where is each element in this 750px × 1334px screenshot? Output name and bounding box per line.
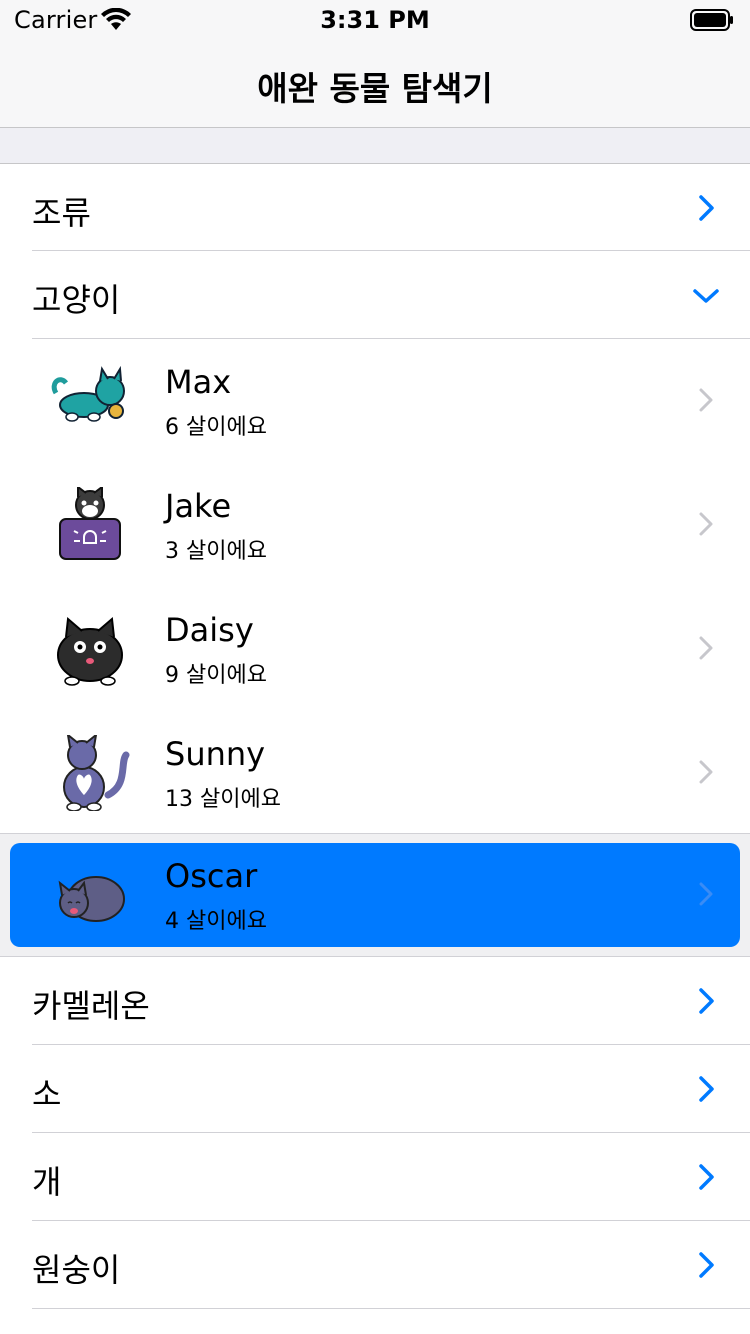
battery-icon [690, 9, 733, 31]
list-item-max[interactable]: Max 6 살이에요 [0, 339, 750, 463]
category-label: 원숭이 [32, 1251, 121, 1289]
cat-max-image [51, 365, 125, 422]
category-label: 개 [32, 1163, 62, 1201]
navigation-bar: 애완 동물 탐색기 [0, 40, 750, 128]
category-row-cow[interactable]: 소 [0, 1045, 750, 1133]
pet-name: Oscar [165, 857, 258, 895]
section-header-gap [0, 128, 750, 164]
category-row-cats[interactable]: 고양이 [0, 251, 750, 339]
chevron-right-icon [699, 388, 713, 412]
pet-age: 6 살이에요 [165, 415, 267, 440]
cat-daisy-image [57, 617, 123, 686]
pet-age: 4 살이에요 [165, 909, 267, 934]
chevron-right-icon [699, 1252, 714, 1278]
pet-age: 13 살이에요 [165, 787, 281, 812]
pet-name: Max [165, 363, 232, 401]
row-separator [32, 1308, 750, 1309]
list-item-sunny[interactable]: Sunny 13 살이에요 [0, 711, 750, 833]
chevron-right-icon [699, 512, 713, 536]
pet-name: Sunny [165, 735, 266, 773]
cat-jake-image [59, 487, 121, 560]
category-label: 고양이 [32, 281, 121, 319]
list-item-oscar[interactable]: Oscar 4 살이에요 [0, 833, 750, 957]
chevron-right-icon [699, 1076, 714, 1102]
list-item-jake[interactable]: Jake 3 살이에요 [0, 463, 750, 587]
status-bar: Carrier 3:31 PM [0, 0, 750, 40]
cat-sunny-image [63, 735, 130, 811]
category-row-chameleon[interactable]: 카멜레온 [0, 957, 750, 1045]
clock: 3:31 PM [320, 6, 430, 34]
chevron-down-icon [693, 289, 719, 303]
category-row-monkey[interactable]: 원숭이 [0, 1221, 750, 1309]
pet-age: 9 살이에요 [165, 663, 267, 688]
pet-name: Daisy [165, 611, 254, 649]
category-label: 소 [32, 1075, 62, 1113]
chevron-right-icon [699, 760, 713, 784]
chevron-right-icon [699, 882, 713, 906]
pet-age: 3 살이에요 [165, 539, 267, 564]
category-row-dog[interactable]: 개 [0, 1133, 750, 1221]
chevron-right-icon [699, 1164, 714, 1190]
chevron-right-icon [699, 636, 713, 660]
category-label: 조류 [32, 194, 91, 232]
category-label: 카멜레온 [32, 987, 150, 1025]
cat-oscar-image [58, 876, 125, 922]
category-row-birds[interactable]: 조류 [0, 164, 750, 251]
chevron-right-icon [699, 195, 714, 221]
list-item-daisy[interactable]: Daisy 9 살이에요 [0, 587, 750, 711]
pet-name: Jake [165, 487, 232, 525]
chevron-right-icon [699, 988, 714, 1014]
page-title: 애완 동물 탐색기 [257, 69, 493, 108]
